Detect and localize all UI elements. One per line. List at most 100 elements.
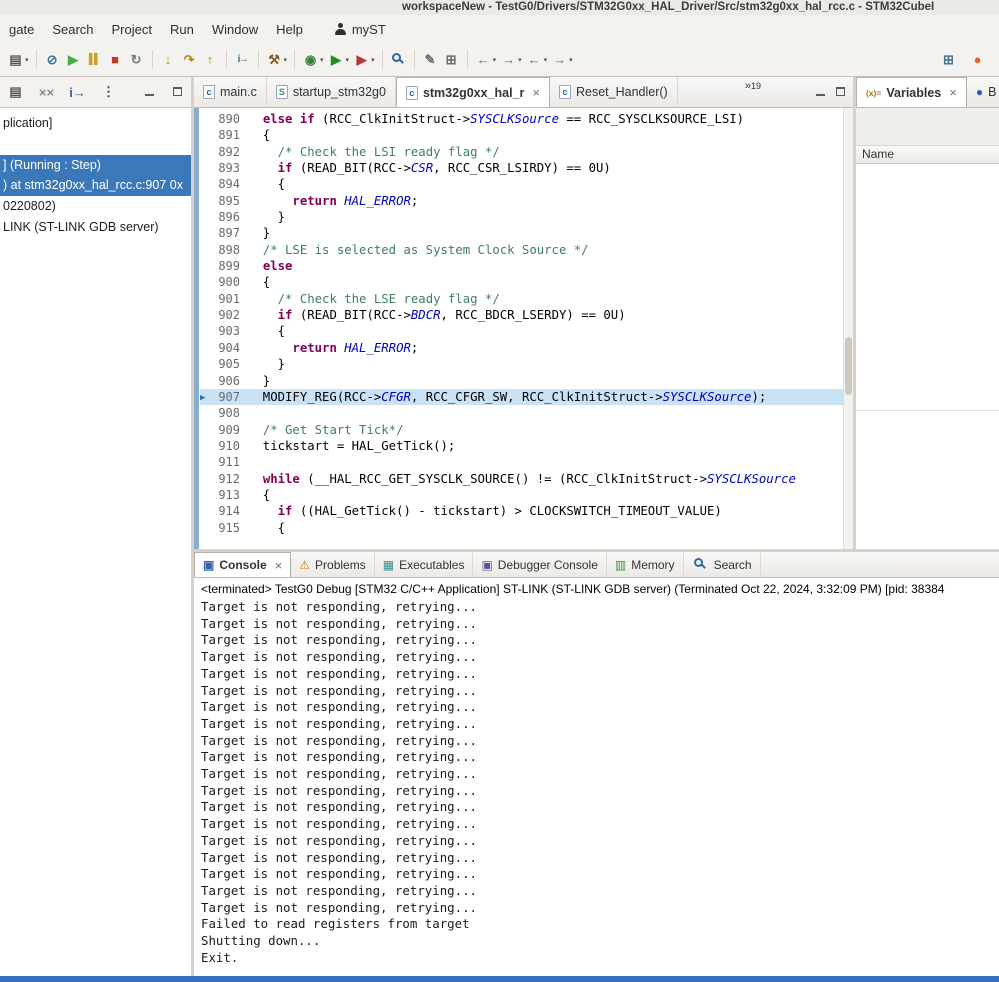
maximize-button[interactable] — [833, 85, 849, 99]
code-line[interactable]: 891 { — [200, 127, 843, 143]
code-line[interactable]: 915 { — [200, 520, 843, 536]
open-perspective-button[interactable]: ⊞ — [938, 50, 959, 70]
code-line[interactable]: 908 — [200, 405, 843, 421]
menu-item-gate[interactable]: gate — [0, 17, 43, 42]
menu-item-project[interactable]: Project — [103, 17, 161, 42]
console-tab-console[interactable]: ▣Console× — [194, 552, 291, 577]
editor-vertical-scrollbar[interactable] — [843, 108, 853, 549]
code-line[interactable]: 902 if (READ_BIT(RCC->BDCR, RCC_BDCR_LSE… — [200, 307, 843, 323]
console-tab-executables[interactable]: ▦Executables — [375, 552, 474, 577]
code-line[interactable]: 905 } — [200, 356, 843, 372]
previous-edit-button[interactable]: ←▾ — [473, 50, 499, 69]
skip-all-breakpoints-button[interactable]: ⊘ — [42, 50, 63, 70]
editor-tab-startup-stm32g0[interactable]: Sstartup_stm32g0 — [267, 77, 396, 107]
code-line[interactable]: 890 else if (RCC_ClkInitStruct->SYSCLKSo… — [200, 111, 843, 127]
variables-table-body[interactable] — [856, 164, 999, 549]
code-line[interactable]: 906 } — [200, 373, 843, 389]
code-line[interactable]: 892 /* Check the LSI ready flag */ — [200, 144, 843, 160]
step-into-button[interactable]: ↓ — [158, 50, 179, 69]
code-line[interactable]: 911 — [200, 454, 843, 470]
view-frame-button[interactable]: ▤ — [5, 82, 26, 102]
debug-tree-row[interactable]: LINK (ST-LINK GDB server) — [0, 217, 191, 238]
toolbar-separator — [152, 50, 153, 69]
forward-button[interactable]: →▾ — [549, 50, 575, 69]
back-button[interactable]: ←▾ — [524, 50, 550, 69]
line-number: 900 — [212, 274, 248, 290]
view-menu-button[interactable]: ⋮ — [98, 82, 119, 102]
close-icon[interactable]: × — [532, 85, 540, 100]
debug-perspective-button[interactable]: ● — [967, 50, 988, 69]
debug-tree-row[interactable]: 0220802) — [0, 196, 191, 217]
variables-name-column-header[interactable]: Name — [856, 145, 999, 164]
maximize-button[interactable] — [170, 85, 186, 99]
code-line[interactable]: ▶907 MODIFY_REG(RCC->CFGR, RCC_CFGR_SW, … — [200, 389, 843, 405]
build-button[interactable]: ⚒▾ — [264, 50, 290, 70]
menu-item-help[interactable]: Help — [267, 17, 312, 42]
code-line[interactable]: 895 return HAL_ERROR; — [200, 193, 843, 209]
annotation-pencil-button[interactable]: ✎ — [420, 50, 441, 70]
code-line[interactable]: 901 /* Check the LSE ready flag */ — [200, 291, 843, 307]
suspend-button[interactable]: ▌▌ — [84, 52, 105, 67]
editor-tab-stm32g0xx-hal-r[interactable]: cstm32g0xx_hal_r× — [396, 77, 550, 107]
step-return-button[interactable]: ↑ — [200, 50, 221, 69]
code-line[interactable]: 914 if ((HAL_GetTick() - tickstart) > CL… — [200, 503, 843, 519]
code-line[interactable]: 904 return HAL_ERROR; — [200, 340, 843, 356]
external-tools-button[interactable]: ▶▾ — [351, 50, 377, 70]
console-tab-memory[interactable]: ▥Memory — [607, 552, 684, 577]
variables-tab-b[interactable]: ●B — [967, 77, 997, 107]
dropdown-caret-icon: ▾ — [544, 56, 548, 64]
debug-tree-row[interactable] — [0, 134, 191, 155]
debug-button[interactable]: ◉▾ — [300, 50, 326, 70]
search-button[interactable] — [388, 50, 409, 70]
next-edit-button[interactable]: →▾ — [498, 50, 524, 69]
code-text: /* Check the LSI ready flag */ — [248, 144, 500, 160]
new-button[interactable]: ▤▾ — [5, 50, 31, 70]
close-icon[interactable]: × — [275, 558, 283, 573]
console-output[interactable]: Target is not responding, retrying...Tar… — [194, 597, 999, 976]
code-line[interactable]: 910 tickstart = HAL_GetTick(); — [200, 438, 843, 454]
minimize-button[interactable] — [813, 85, 829, 99]
console-tab-problems[interactable]: ⚠Problems — [291, 552, 374, 577]
variables-tab-variables[interactable]: (x)=Variables× — [856, 77, 967, 107]
menu-item-run[interactable]: Run — [161, 17, 203, 42]
debug-tree-row[interactable]: plication] — [0, 113, 191, 134]
menu-item-search[interactable]: Search — [43, 17, 102, 42]
instruction-stepping-mode-button[interactable]: i→ — [67, 83, 88, 102]
remove-all-terminated-button[interactable]: ×× — [36, 83, 57, 102]
code-line[interactable]: 898 /* LSE is selected as System Clock S… — [200, 242, 843, 258]
scrollbar-thumb[interactable] — [845, 337, 852, 394]
debug-tree-row[interactable]: ) at stm32g0xx_hal_rcc.c:907 0x — [0, 175, 191, 196]
code-line[interactable]: 903 { — [200, 323, 843, 339]
code-line[interactable]: 912 while (__HAL_RCC_GET_SYSCLK_SOURCE()… — [200, 471, 843, 487]
code-line[interactable]: 894 { — [200, 176, 843, 192]
run-button[interactable]: ▶▾ — [326, 50, 352, 70]
close-icon[interactable]: × — [949, 85, 957, 100]
disconnect-button[interactable]: ↻ — [126, 50, 147, 70]
step-over-button[interactable]: ↷ — [179, 50, 200, 70]
instruction-stepping-button[interactable]: i→ — [232, 52, 253, 67]
previous-edit-icon: ← — [475, 52, 492, 67]
code-line[interactable]: 899 else — [200, 258, 843, 274]
console-tab-search[interactable]: Search — [684, 552, 761, 577]
editor-tab-main-c[interactable]: cmain.c — [194, 77, 267, 107]
pin-editor-button[interactable]: ⊞ — [441, 50, 462, 70]
code-line[interactable]: 909 /* Get Start Tick*/ — [200, 422, 843, 438]
minimize-button[interactable] — [142, 85, 158, 99]
tab-overflow-button[interactable]: » 19 — [745, 77, 761, 107]
code-line[interactable]: 913 { — [200, 487, 843, 503]
editor-tab-reset-handler[interactable]: cReset_Handler() — [550, 77, 678, 107]
vars-icon: (x)= — [866, 87, 881, 99]
debug-tree-row[interactable]: ] (Running : Step) — [0, 155, 191, 176]
code-line[interactable]: 896 } — [200, 209, 843, 225]
code-editor[interactable]: 890 else if (RCC_ClkInitStruct->SYSCLKSo… — [194, 108, 843, 549]
menu-item-window[interactable]: Window — [203, 17, 267, 42]
code-line[interactable]: 900 { — [200, 274, 843, 290]
code-line[interactable]: 893 if (READ_BIT(RCC->CSR, RCC_CSR_LSIRD… — [200, 160, 843, 176]
myst-account-button[interactable]: myST — [326, 18, 394, 41]
code-line[interactable]: 897 } — [200, 225, 843, 241]
terminate-button[interactable]: ■ — [105, 50, 126, 69]
line-number: 894 — [212, 176, 248, 192]
resume-button[interactable]: ▶ — [63, 50, 84, 70]
console-tab-debugger-console[interactable]: ▣Debugger Console — [473, 552, 606, 577]
minimize-icon — [816, 94, 825, 96]
